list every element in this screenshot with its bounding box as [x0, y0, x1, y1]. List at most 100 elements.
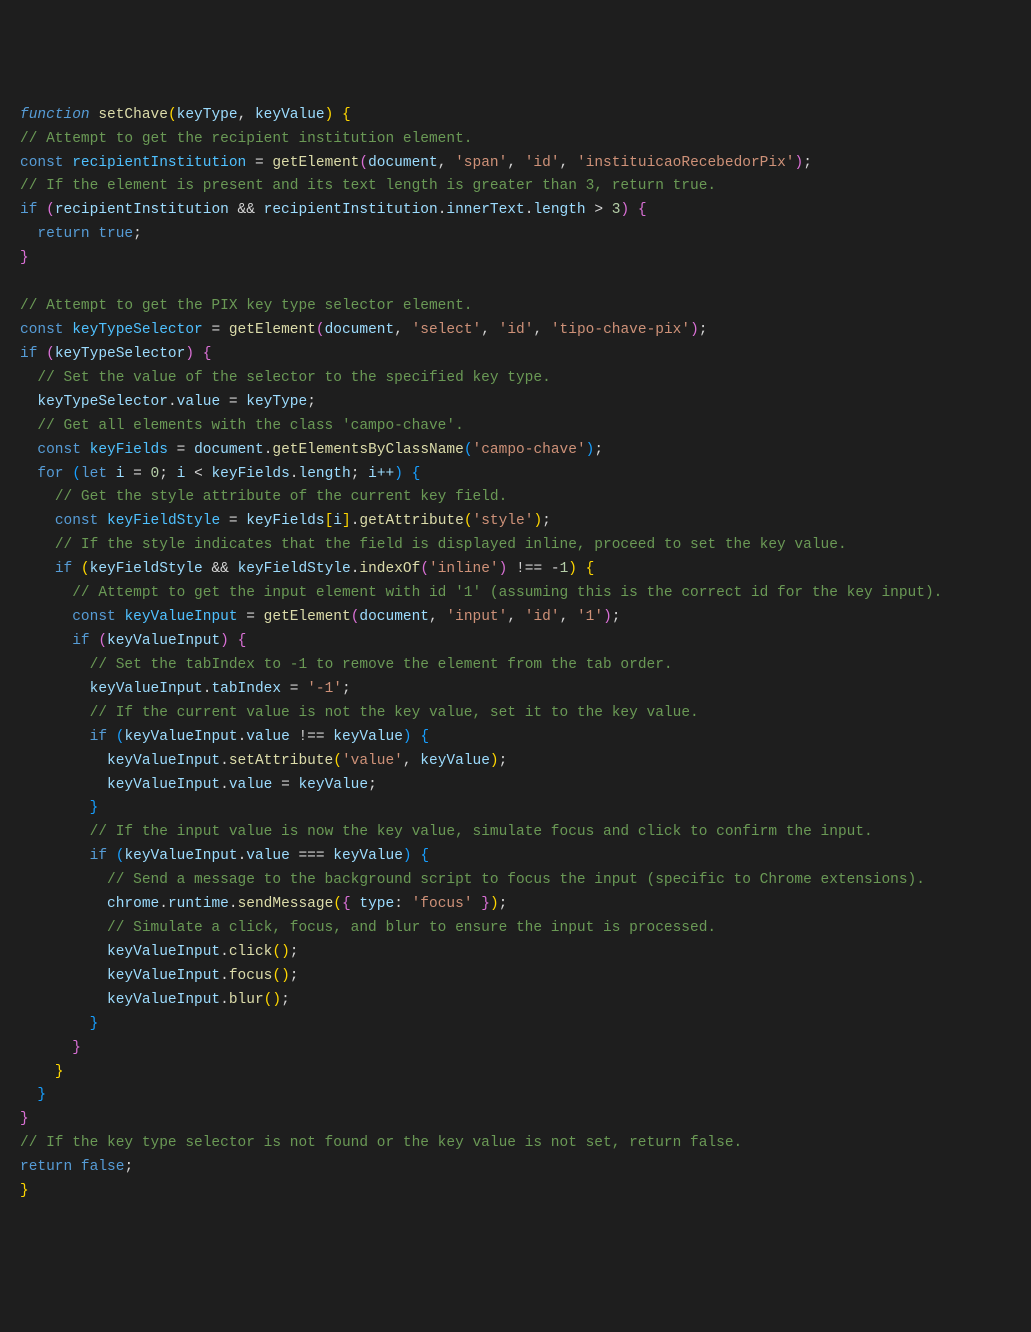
var-ref: keyFieldStyle [90, 561, 203, 577]
comment: // Attempt to get the input element with… [72, 585, 942, 601]
comment: // If the style indicates that the field… [55, 537, 847, 553]
fn-getelementsbyclassname: getElementsByClassName [272, 442, 463, 458]
var-ref: keyValueInput [124, 729, 237, 745]
comment: // Send a message to the background scri… [107, 872, 925, 888]
keyword-return: return [20, 1159, 72, 1175]
keyword-if: if [20, 202, 37, 218]
string-input: 'input' [446, 609, 507, 625]
fn-indexof: indexOf [359, 561, 420, 577]
keyword-const: const [37, 442, 81, 458]
op-gt: > [594, 202, 603, 218]
prop-value: value [177, 394, 221, 410]
string-neg1: '-1' [307, 681, 342, 697]
var-ref: recipientInstitution [55, 202, 229, 218]
var-ref: keyFields [211, 466, 289, 482]
keyword-const: const [20, 322, 64, 338]
key-type: type [359, 896, 394, 912]
string-focus: 'focus' [412, 896, 473, 912]
string-id: 'id' [499, 322, 534, 338]
var-ref: recipientInstitution [264, 202, 438, 218]
var-ref: keyValueInput [107, 944, 220, 960]
comment: // Set the tabIndex to -1 to remove the … [90, 657, 673, 673]
string-select: 'select' [412, 322, 482, 338]
number-1: 1 [560, 561, 569, 577]
number-0: 0 [151, 466, 160, 482]
fn-getelement: getElement [272, 155, 359, 171]
var-i: i [333, 513, 342, 529]
var-ref: keyValueInput [107, 968, 220, 984]
var-ref: keyValue [333, 729, 403, 745]
string-instituicao: 'instituicaoRecebedorPix' [577, 155, 795, 171]
string-id: 'id' [525, 609, 560, 625]
param-keytype: keyType [177, 107, 238, 123]
string-campochave: 'campo-chave' [473, 442, 586, 458]
arg-document: document [368, 155, 438, 171]
op-eqeq: === [298, 848, 324, 864]
fn-focus: focus [229, 968, 273, 984]
prop-value: value [246, 729, 290, 745]
comment: // Get all elements with the class 'camp… [37, 418, 463, 434]
comment: // If the current value is not the key v… [90, 705, 699, 721]
code-editor[interactable]: function setChave(keyType, keyValue) { /… [20, 104, 1011, 1204]
var-ref: keyTypeSelector [55, 346, 186, 362]
prop-value: value [246, 848, 290, 864]
obj-chrome: chrome [107, 896, 159, 912]
keyword-for: for [37, 466, 63, 482]
var-keyvalueinput: keyValueInput [124, 609, 237, 625]
keyword-if: if [90, 848, 107, 864]
keyword-return: return [37, 226, 89, 242]
param-keyvalue: keyValue [255, 107, 325, 123]
prop-value: value [229, 777, 273, 793]
var-ref: keyFields [246, 513, 324, 529]
keyword-const: const [72, 609, 116, 625]
comment: // Get the style attribute of the curren… [55, 489, 507, 505]
var-ref: keyValue [420, 753, 490, 769]
fn-getelement: getElement [264, 609, 351, 625]
string-style: 'style' [473, 513, 534, 529]
string-value: 'value' [342, 753, 403, 769]
comment: // Simulate a click, focus, and blur to … [107, 920, 716, 936]
keyword-let: let [81, 466, 107, 482]
fn-getelement: getElement [229, 322, 316, 338]
arg-document: document [359, 609, 429, 625]
var-keytypeselector: keyTypeSelector [72, 322, 203, 338]
var-i: i [177, 466, 186, 482]
string-inline: 'inline' [429, 561, 499, 577]
string-1: '1' [577, 609, 603, 625]
prop-length: length [533, 202, 585, 218]
keyword-if: if [90, 729, 107, 745]
prop-tabindex: tabIndex [211, 681, 281, 697]
comment: // Set the value of the selector to the … [37, 370, 550, 386]
fn-setattribute: setAttribute [229, 753, 333, 769]
comment: // Attempt to get the PIX key type selec… [20, 298, 472, 314]
var-ref: keyFieldStyle [238, 561, 351, 577]
fn-blur: blur [229, 992, 264, 1008]
keyword-const: const [55, 513, 99, 529]
op-and: && [211, 561, 228, 577]
fn-getattribute: getAttribute [359, 513, 463, 529]
arg-document: document [325, 322, 395, 338]
fn-click: click [229, 944, 273, 960]
op-lt: < [194, 466, 203, 482]
inc-expr: i++ [368, 466, 394, 482]
var-ref: keyTypeSelector [37, 394, 168, 410]
keyword-const: const [20, 155, 64, 171]
var-keyfields: keyFields [90, 442, 168, 458]
literal-false: false [81, 1159, 125, 1175]
var-ref: keyValueInput [107, 992, 220, 1008]
var-ref: keyValueInput [107, 753, 220, 769]
op-and: && [238, 202, 255, 218]
literal-true: true [98, 226, 133, 242]
op-neq: !== [516, 561, 542, 577]
var-ref: keyValueInput [107, 777, 220, 793]
comment: // If the element is present and its tex… [20, 178, 716, 194]
comment: // Attempt to get the recipient institut… [20, 131, 472, 147]
op-neq: !== [298, 729, 324, 745]
var-ref: keyValue [298, 777, 368, 793]
fn-sendmessage: sendMessage [238, 896, 334, 912]
keyword-if: if [55, 561, 72, 577]
function-name: setChave [98, 107, 168, 123]
keyword-function: function [20, 107, 90, 123]
comment: // If the input value is now the key val… [90, 824, 873, 840]
string-tipochave: 'tipo-chave-pix' [551, 322, 690, 338]
